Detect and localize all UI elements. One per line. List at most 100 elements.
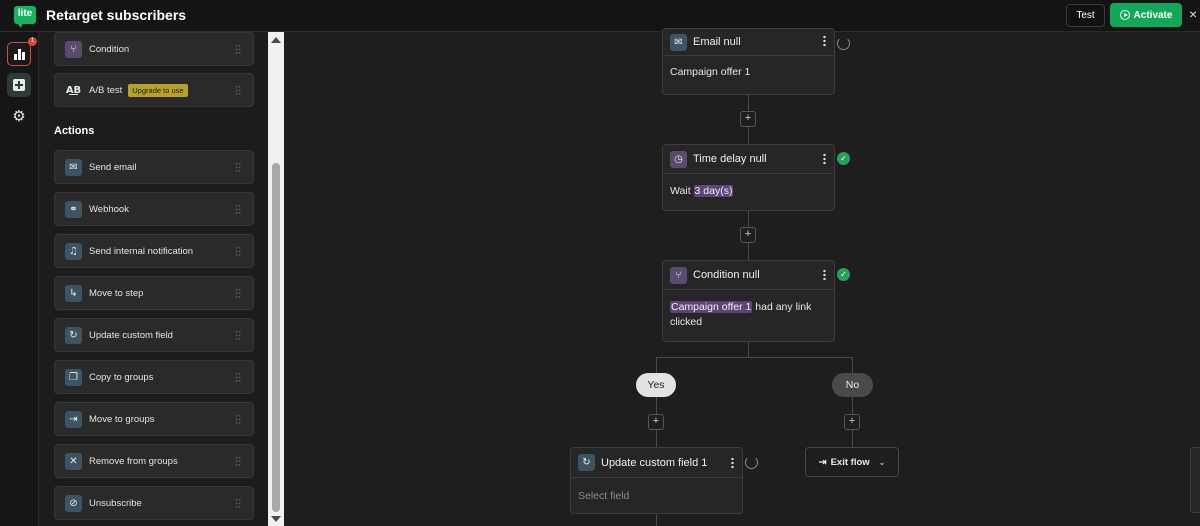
clock-icon: ◷ [670,150,687,168]
drag-handle-icon[interactable] [235,372,241,383]
upgrade-badge[interactable]: Upgrade to use [128,83,188,97]
action-item-webhook[interactable]: ⚭ Webhook [54,192,254,226]
plus-square-icon [13,79,25,91]
add-step-button[interactable] [7,73,31,97]
time-delay-node[interactable]: ◷ Time delay null Wait 3 day(s) [662,144,835,211]
node-title: Email null [693,36,741,48]
scrollbar-thumb[interactable] [272,163,280,512]
drag-handle-icon[interactable] [235,330,241,341]
drag-handle-icon[interactable] [235,288,241,299]
wait-label: Wait [670,185,691,197]
action-item-send-internal-notification[interactable]: ♫ Send internal notification [54,234,254,268]
chevron-down-icon: ⌄ [878,457,886,467]
notification-badge: 1 [28,37,37,46]
drag-handle-icon[interactable] [235,498,241,509]
action-item-update-custom-field[interactable]: ↻ Update custom field [54,318,254,352]
actions-heading: Actions [54,125,95,137]
scroll-up-arrow-icon[interactable] [271,37,281,43]
more-options-icon[interactable] [823,153,826,165]
drag-handle-icon[interactable] [235,456,241,467]
close-icon[interactable]: × [1189,6,1197,22]
select-field-placeholder[interactable]: Select field [571,478,742,511]
node-header: ◷ Time delay null [663,145,834,174]
action-item-unsubscribe[interactable]: ⊘ Unsubscribe [54,486,254,520]
node-title: Time delay null [693,153,767,165]
drag-handle-icon[interactable] [235,162,241,173]
action-item-label: Webhook [89,203,129,215]
panel-scrollbar[interactable] [268,32,284,526]
node-title: Condition null [693,269,760,281]
more-options-icon[interactable] [823,35,826,47]
connector [656,514,657,526]
drag-handle-icon[interactable] [235,246,241,257]
node-title: Update custom field 1 [601,456,708,469]
step-item-condition[interactable]: ⑂ Condition [54,32,254,66]
gear-icon: ⚙ [12,107,26,125]
stats-button[interactable] [7,42,31,66]
flow-canvas[interactable]: ✉ Email null Campaign offer 1 + ◷ Time d… [284,28,1200,526]
exit-flow-button[interactable]: ⇥ Exit flow ⌄ [805,447,899,477]
connector [656,357,657,447]
remove-icon: ✕ [65,452,82,470]
pending-status-icon [745,456,758,469]
action-item-label: Remove from groups [89,455,178,467]
email-icon: ✉ [670,33,687,51]
activate-button[interactable]: Activate [1110,3,1182,27]
ab-test-icon: A͟B [65,84,82,96]
settings-button[interactable]: ⚙ [7,104,31,128]
node-body: Wait 3 day(s) [663,174,834,206]
action-item-label: Move to step [89,287,144,299]
node-header: ↻ Update custom field 1 [571,448,742,478]
test-button[interactable]: Test [1066,4,1105,27]
step-item-label: A/B test [89,84,123,96]
action-item-remove-from-groups[interactable]: ✕ Remove from groups [54,444,254,478]
campaign-reference: Campaign offer 1 [670,301,753,313]
action-item-label: Move to groups [89,413,155,425]
pending-status-icon [837,37,850,50]
webhook-icon: ⚭ [65,200,82,218]
step-item-ab-test[interactable]: A͟B A/B test Upgrade to use [54,73,254,107]
add-step-button[interactable]: + [648,414,664,430]
top-bar: lite Retarget subscribers Test Activate … [0,0,1200,32]
drag-handle-icon[interactable] [235,204,241,215]
zoom-controls[interactable] [1190,447,1200,513]
branch-yes-label: Yes [636,373,676,397]
app-logo: lite [14,6,36,28]
email-node[interactable]: ✉ Email null Campaign offer 1 [662,28,835,95]
scroll-down-arrow-icon[interactable] [271,516,281,522]
add-step-button[interactable]: + [844,414,860,430]
connector [748,342,749,357]
add-step-button[interactable]: + [740,111,756,127]
action-item-copy-to-groups[interactable]: ❐ Copy to groups [54,360,254,394]
refresh-icon: ↻ [578,454,595,471]
bar-chart-icon [13,48,25,60]
update-custom-field-node[interactable]: ↻ Update custom field 1 Select field [570,447,743,514]
add-step-button[interactable]: + [740,227,756,243]
node-body: Campaign offer 1 had any link clicked [663,290,834,337]
node-header: ✉ Email null [663,29,834,56]
page-title: Retarget subscribers [46,7,187,23]
connector [852,357,853,447]
check-icon: ✓ [837,268,850,281]
email-icon: ✉ [65,158,82,176]
condition-node[interactable]: ⑂ Condition null Campaign offer 1 had an… [662,260,835,342]
drag-handle-icon[interactable] [235,44,241,55]
action-item-label: Copy to groups [89,371,154,383]
node-body: Campaign offer 1 [670,66,751,78]
copy-icon: ❐ [65,368,82,386]
action-item-move-to-groups[interactable]: ⇥ Move to groups [54,402,254,436]
refresh-icon: ↻ [65,326,82,344]
exit-flow-label: Exit flow [830,456,870,468]
drag-handle-icon[interactable] [235,85,241,96]
action-item-label: Update custom field [89,329,173,341]
action-item-move-to-step[interactable]: ↳ Move to step [54,276,254,310]
delay-value: 3 day(s) [693,185,734,197]
connector [656,357,852,358]
bell-icon: ♫ [65,242,82,260]
branch-no-label: No [832,373,873,397]
action-item-send-email[interactable]: ✉ Send email [54,150,254,184]
more-options-icon[interactable] [731,457,734,469]
drag-handle-icon[interactable] [235,414,241,425]
condition-icon: ⑂ [65,40,82,58]
more-options-icon[interactable] [823,269,826,281]
